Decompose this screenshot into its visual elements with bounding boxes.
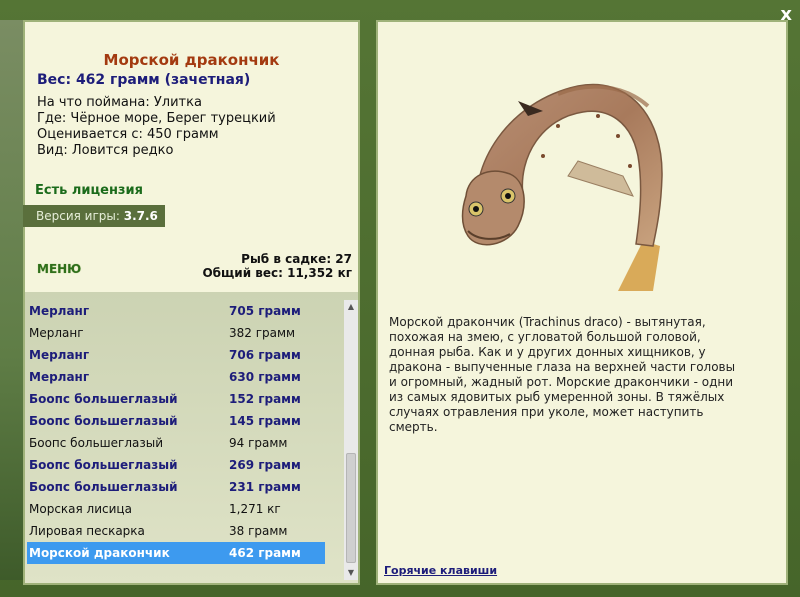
- catch-fish-name: Боопс большеглазый: [29, 392, 178, 406]
- catch-list-area: Мерланг 705 грамм Мерланг 382 грамм Мерланг 7…: [25, 292, 358, 583]
- catch-fish-name: Лировая пескарка: [29, 524, 145, 538]
- kind-detail: Вид: Ловится редко: [37, 143, 174, 158]
- scroll-up-arrow-icon[interactable]: ▲: [344, 300, 358, 314]
- license-status: Есть лицензия: [35, 183, 143, 198]
- valued-from-detail: Оцениваетcя с: 450 грамм: [37, 127, 219, 142]
- fish-image: [461, 83, 663, 291]
- catch-info-panel: Морской дракончик Вес: 462 грамм (зачетн…: [23, 20, 360, 585]
- catch-fish-name: Морская лисица: [29, 502, 132, 516]
- catch-list-item[interactable]: Боопс большеглазый 269 грамм: [27, 454, 325, 476]
- catch-fish-weight: 145 грамм: [229, 414, 301, 428]
- version-number: 3.7.6: [123, 209, 158, 223]
- catch-fish-weight: 705 грамм: [229, 304, 301, 318]
- catch-fish-weight: 231 грамм: [229, 480, 301, 494]
- catch-fish-weight: 152 грамм: [229, 392, 301, 406]
- catch-fish-name: Мерланг: [29, 370, 90, 384]
- fish-title: Морской дракончик: [103, 51, 280, 69]
- catch-fish-weight: 706 грамм: [229, 348, 301, 362]
- catch-fish-name: Боопс большеглазый: [29, 480, 178, 494]
- catch-list-scrollbar[interactable]: ▲ ▼: [344, 300, 358, 580]
- catch-list-item[interactable]: Боопс большеглазый 231 грамм: [27, 476, 325, 498]
- catch-list-item[interactable]: Боопс большеглазый 145 грамм: [27, 410, 325, 432]
- fish-weight: Вес: 462 грамм (зачетная): [37, 72, 251, 88]
- catch-fish-weight: 269 грамм: [229, 458, 301, 472]
- catch-fish-weight: 630 грамм: [229, 370, 301, 384]
- catch-fish-weight: 382 грамм: [229, 326, 296, 340]
- catch-fish-weight: 1,271 кг: [229, 502, 281, 516]
- catch-list-item[interactable]: Мерланг 706 грамм: [27, 344, 325, 366]
- hotkeys-link[interactable]: Горячие клавиши: [384, 564, 497, 577]
- fish-count: Рыб в садке: 27: [241, 252, 352, 266]
- fish-description: Морской дракончик (Trachinus draco) - вы…: [389, 315, 736, 434]
- scroll-thumb[interactable]: [346, 453, 356, 563]
- game-version: Версия игры: 3.7.6: [23, 205, 165, 227]
- background-strip: [0, 20, 24, 580]
- catch-fish-name: Боопс большеглазый: [29, 458, 178, 472]
- version-label: Версия игры:: [36, 209, 120, 223]
- catch-fish-name: Морской дракончик: [29, 546, 170, 560]
- bait-detail: На что поймана: Улитка: [37, 95, 202, 110]
- catch-fish-weight: 94 грамм: [229, 436, 288, 450]
- catch-fish-weight: 38 грамм: [229, 524, 288, 538]
- catch-fish-name: Мерланг: [29, 348, 90, 362]
- catch-list-item[interactable]: Морская лисица 1,271 кг: [27, 498, 325, 520]
- catch-fish-name: Мерланг: [29, 326, 84, 340]
- catch-list-item[interactable]: Мерланг 705 грамм: [27, 300, 325, 322]
- catch-list-item[interactable]: Морской дракончик 462 грамм: [27, 542, 325, 564]
- fish-description-panel: Морской дракончик (Trachinus draco) - вы…: [376, 20, 788, 585]
- catch-list-item[interactable]: Боопс большеглазый 152 грамм: [27, 388, 325, 410]
- menu-button[interactable]: МЕНЮ: [37, 262, 81, 276]
- catch-list-item[interactable]: Лировая пескарка 38 грамм: [27, 520, 325, 542]
- catch-list: Мерланг 705 грамм Мерланг 382 грамм Мерланг 7…: [27, 300, 325, 564]
- scroll-down-arrow-icon[interactable]: ▼: [344, 566, 358, 580]
- location-detail: Где: Чёрное море, Берег турецкий: [37, 111, 276, 126]
- catch-list-item[interactable]: Мерланг 382 грамм: [27, 322, 325, 344]
- catch-fish-name: Мерланг: [29, 304, 90, 318]
- keepnet-stats: Рыб в садке: 27 Общий вес: 11,352 кг: [202, 252, 352, 280]
- catch-list-item[interactable]: Боопс большеглазый 94 грамм: [27, 432, 325, 454]
- total-weight: Общий вес: 11,352 кг: [202, 266, 352, 280]
- catch-fish-name: Боопс большеглазый: [29, 414, 178, 428]
- catch-list-item[interactable]: Мерланг 630 грамм: [27, 366, 325, 388]
- catch-fish-name: Боопс большеглазый: [29, 436, 164, 450]
- catch-fish-weight: 462 грамм: [229, 546, 301, 560]
- fish-info-section: Морской дракончик Вес: 462 грамм (зачетн…: [23, 22, 358, 292]
